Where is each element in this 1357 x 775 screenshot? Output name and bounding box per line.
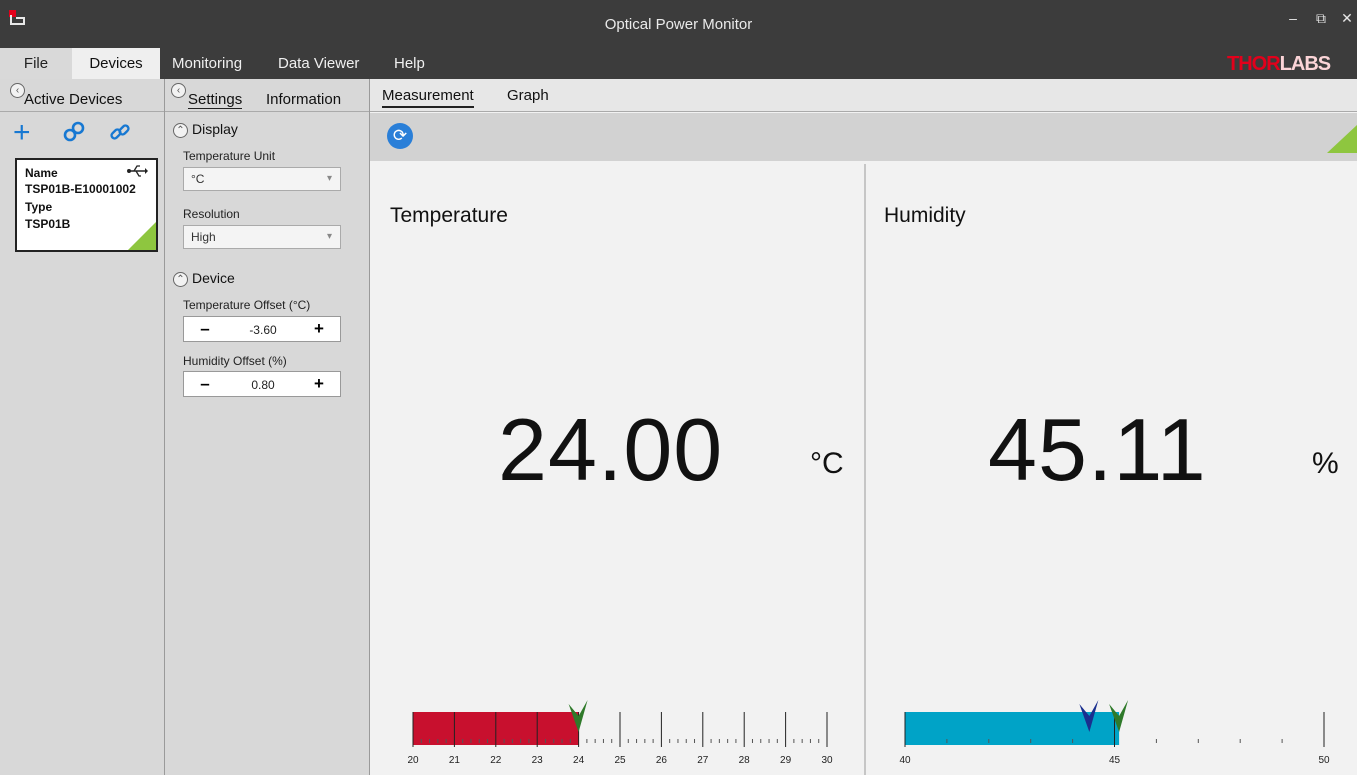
link-icon[interactable]	[108, 120, 132, 150]
tick-label: 27	[697, 755, 709, 766]
usb-icon	[126, 164, 148, 181]
tab-measurement[interactable]: Measurement	[382, 87, 474, 108]
resolution-select[interactable]: High ▾	[183, 225, 341, 249]
active-devices-panel: ‹ Active Devices + Name TSP01B-E10001002…	[0, 79, 165, 775]
tab-settings[interactable]: Settings	[188, 91, 243, 109]
current-marker	[1109, 700, 1129, 732]
device-type: TSP01B	[25, 217, 71, 231]
active-devices-title: Active Devices	[24, 91, 123, 108]
menu-file[interactable]: File	[0, 48, 72, 79]
chevron-down-icon: ▾	[326, 231, 332, 242]
chevron-down-icon: ▾	[326, 173, 332, 184]
increment-button[interactable]: +	[310, 374, 328, 394]
tick-label: 25	[614, 755, 626, 766]
settings-header: ‹ Settings Information	[165, 79, 369, 112]
tick-label: 20	[407, 755, 419, 766]
refresh-icon[interactable]: ⟳	[387, 123, 413, 149]
device-active-indicator	[128, 222, 156, 250]
gauge-fill	[905, 712, 1120, 745]
menu-monitoring[interactable]: Monitoring	[164, 48, 250, 79]
tick-label: 40	[899, 755, 911, 766]
temperature-offset-stepper[interactable]: – -3.60 +	[183, 316, 341, 342]
main-tabs: Measurement Graph	[370, 79, 1357, 112]
device-name: TSP01B-E10001002	[25, 182, 136, 196]
close-icon[interactable]: ✕	[1337, 10, 1357, 27]
humidity-title: Humidity	[884, 204, 966, 227]
device-name-label: Name	[25, 166, 58, 180]
humidity-offset-label: Humidity Offset (%)	[183, 354, 287, 368]
display-section-title: Display	[192, 121, 238, 137]
humidity-value: 45.11	[988, 400, 1207, 499]
collapse-left-icon[interactable]: ‹	[171, 83, 186, 98]
tick-label: 22	[490, 755, 502, 766]
temperature-panel: Temperature 24.00 °C 20 21 22 23 24 25 26 27 28 2…	[370, 164, 866, 775]
status-indicator	[1327, 125, 1357, 153]
resolution-value: High	[191, 230, 216, 244]
device-section-title: Device	[192, 270, 235, 286]
main-area: Measurement Graph ⟳ Temperature 24.00 °C…	[370, 79, 1357, 775]
humidity-panel: Humidity 45.11 % 40 45 50	[868, 164, 1357, 775]
current-marker	[568, 700, 588, 732]
restore-icon[interactable]: ⧉	[1311, 10, 1331, 27]
device-type-label: Type	[25, 200, 53, 214]
increment-button[interactable]: +	[310, 319, 328, 339]
tick-label: 29	[780, 755, 792, 766]
measurement-toolbar: ⟳	[370, 113, 1357, 161]
active-devices-header: ‹ Active Devices	[0, 79, 164, 112]
window-title: Optical Power Monitor	[604, 16, 753, 33]
title-bar: Optical Power Monitor – ⧉ ✕	[0, 0, 1357, 48]
tick-label: 21	[449, 755, 461, 766]
collapse-left-icon[interactable]: ‹	[10, 83, 25, 98]
temperature-value: 24.00	[498, 400, 724, 499]
menu-bar: File Devices Monitoring Data Viewer Help…	[0, 48, 1357, 79]
tick-label: 24	[573, 755, 585, 766]
min-marker	[1079, 700, 1099, 732]
thorlabs-logo: THORLABS	[1227, 53, 1331, 75]
humidity-unit: %	[1312, 447, 1339, 480]
temperature-unit-select[interactable]: °C ▾	[183, 167, 341, 191]
tick-label: 30	[821, 755, 833, 766]
menu-devices[interactable]: Devices	[72, 48, 160, 79]
chevron-up-icon: ⌃	[173, 122, 188, 138]
gauge-fill	[413, 712, 579, 745]
minimize-icon[interactable]: –	[1283, 10, 1303, 26]
display-section-header[interactable]: ⌃ Display	[173, 121, 238, 138]
settings-panel: ‹ Settings Information ⌃ Display Temperat…	[165, 79, 370, 775]
temperature-title: Temperature	[390, 204, 508, 227]
tick-label: 28	[739, 755, 751, 766]
tick-label: 26	[656, 755, 668, 766]
tab-graph[interactable]: Graph	[507, 87, 549, 106]
resolution-label: Resolution	[183, 207, 240, 221]
temperature-offset-label: Temperature Offset (°C)	[183, 298, 311, 312]
add-icon[interactable]: +	[13, 116, 31, 150]
temperature-unit: °C	[810, 447, 844, 480]
chevron-up-icon: ⌃	[173, 271, 188, 287]
temperature-unit-label: Temperature Unit	[183, 149, 276, 163]
menu-data-viewer[interactable]: Data Viewer	[270, 48, 367, 79]
device-section-header[interactable]: ⌃ Device	[173, 270, 235, 287]
connect-icon[interactable]	[62, 120, 86, 150]
tick-label: 23	[532, 755, 544, 766]
menu-help[interactable]: Help	[386, 48, 433, 79]
device-toolbar: +	[0, 116, 165, 150]
humidity-offset-stepper[interactable]: – 0.80 +	[183, 371, 341, 397]
temperature-unit-value: °C	[191, 172, 205, 186]
tick-label: 45	[1109, 755, 1121, 766]
tab-information[interactable]: Information	[266, 91, 341, 108]
device-card[interactable]: Name TSP01B-E10001002 Type TSP01B	[15, 158, 158, 252]
tick-label: 50	[1318, 755, 1330, 766]
